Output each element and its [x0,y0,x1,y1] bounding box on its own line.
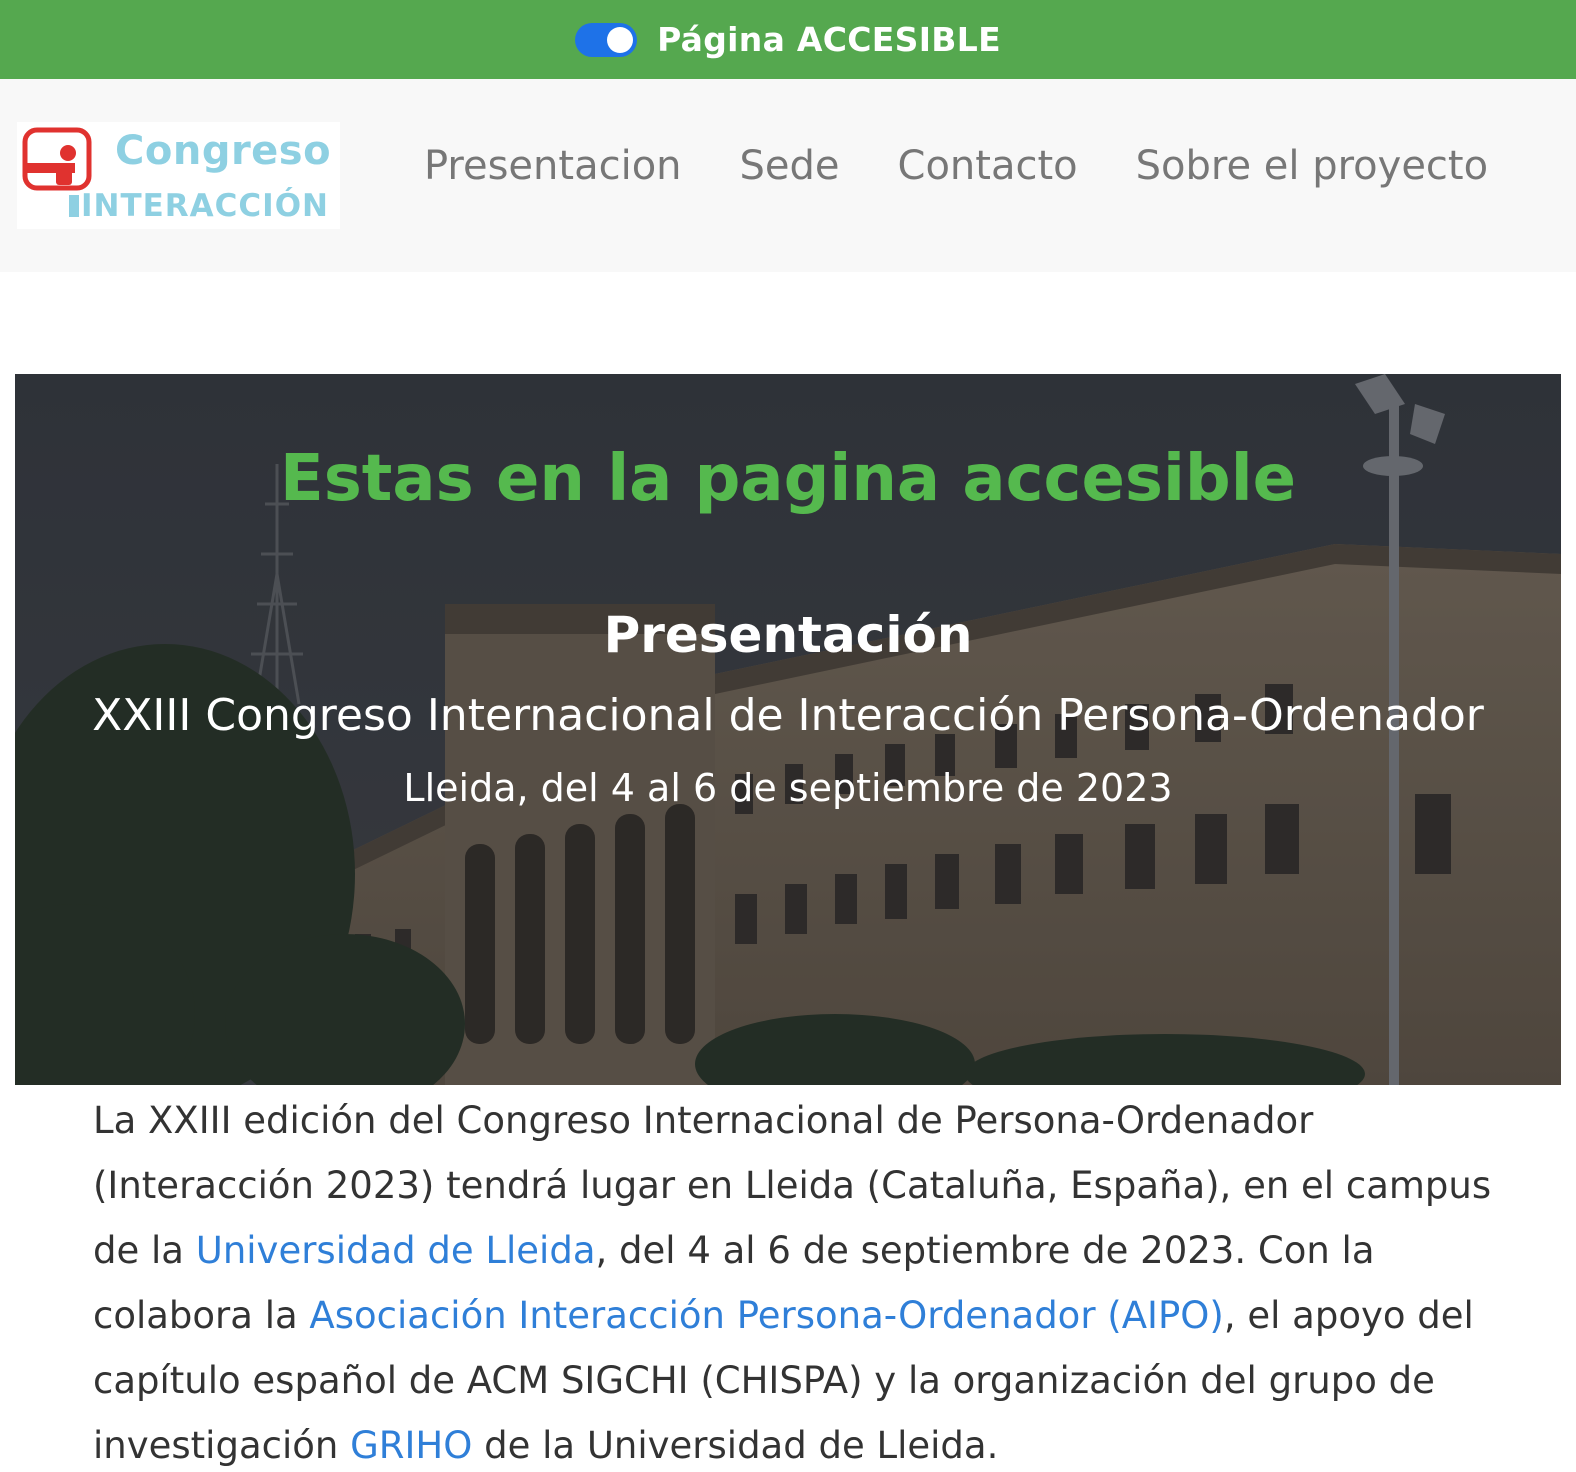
accessibility-toggle[interactable] [575,22,638,57]
brand-word-congreso: Congreso [115,128,332,174]
brand-word-interaccion: INTERACCIÓN [81,188,329,224]
link-griho[interactable]: GRIHO [350,1424,472,1467]
main-nav: Presentacion Sede Contacto Sobre el proy… [424,143,1488,189]
intro-paragraph: La XXIII edición del Congreso Internacio… [93,1088,1493,1472]
hero-title: Estas en la pagina accesible [279,442,1297,516]
navbar: Congreso INTERACCIÓN Presentacion Sede C… [0,79,1576,272]
accessibility-label: Página ACCESIBLE [657,20,1001,59]
brand-logo[interactable]: Congreso INTERACCIÓN [17,122,340,229]
hero-subtitle: Presentación [603,606,973,664]
intro-text-4: de la Universidad de Lleida. [472,1424,999,1467]
hero-event-name: XXIII Congreso Internacional de Interacc… [92,690,1484,741]
hero-event-date: Lleida, del 4 al 6 de septiembre de 2023 [403,766,1173,810]
accessibility-bar: Página ACCESIBLE [0,0,1576,79]
person-icon [22,127,92,191]
toggle-knob [607,26,634,53]
brand-accent-bar [69,195,79,217]
nav-link-presentacion[interactable]: Presentacion [424,143,682,189]
nav-link-sobre-el-proyecto[interactable]: Sobre el proyecto [1136,143,1488,189]
link-aipo[interactable]: Asociación Interacción Persona-Ordenador… [309,1294,1223,1337]
link-universidad-de-lleida[interactable]: Universidad de Lleida [196,1229,596,1272]
nav-link-contacto[interactable]: Contacto [898,143,1078,189]
nav-link-sede[interactable]: Sede [740,143,840,189]
hero-banner: Estas en la pagina accesible Presentació… [15,374,1561,1085]
